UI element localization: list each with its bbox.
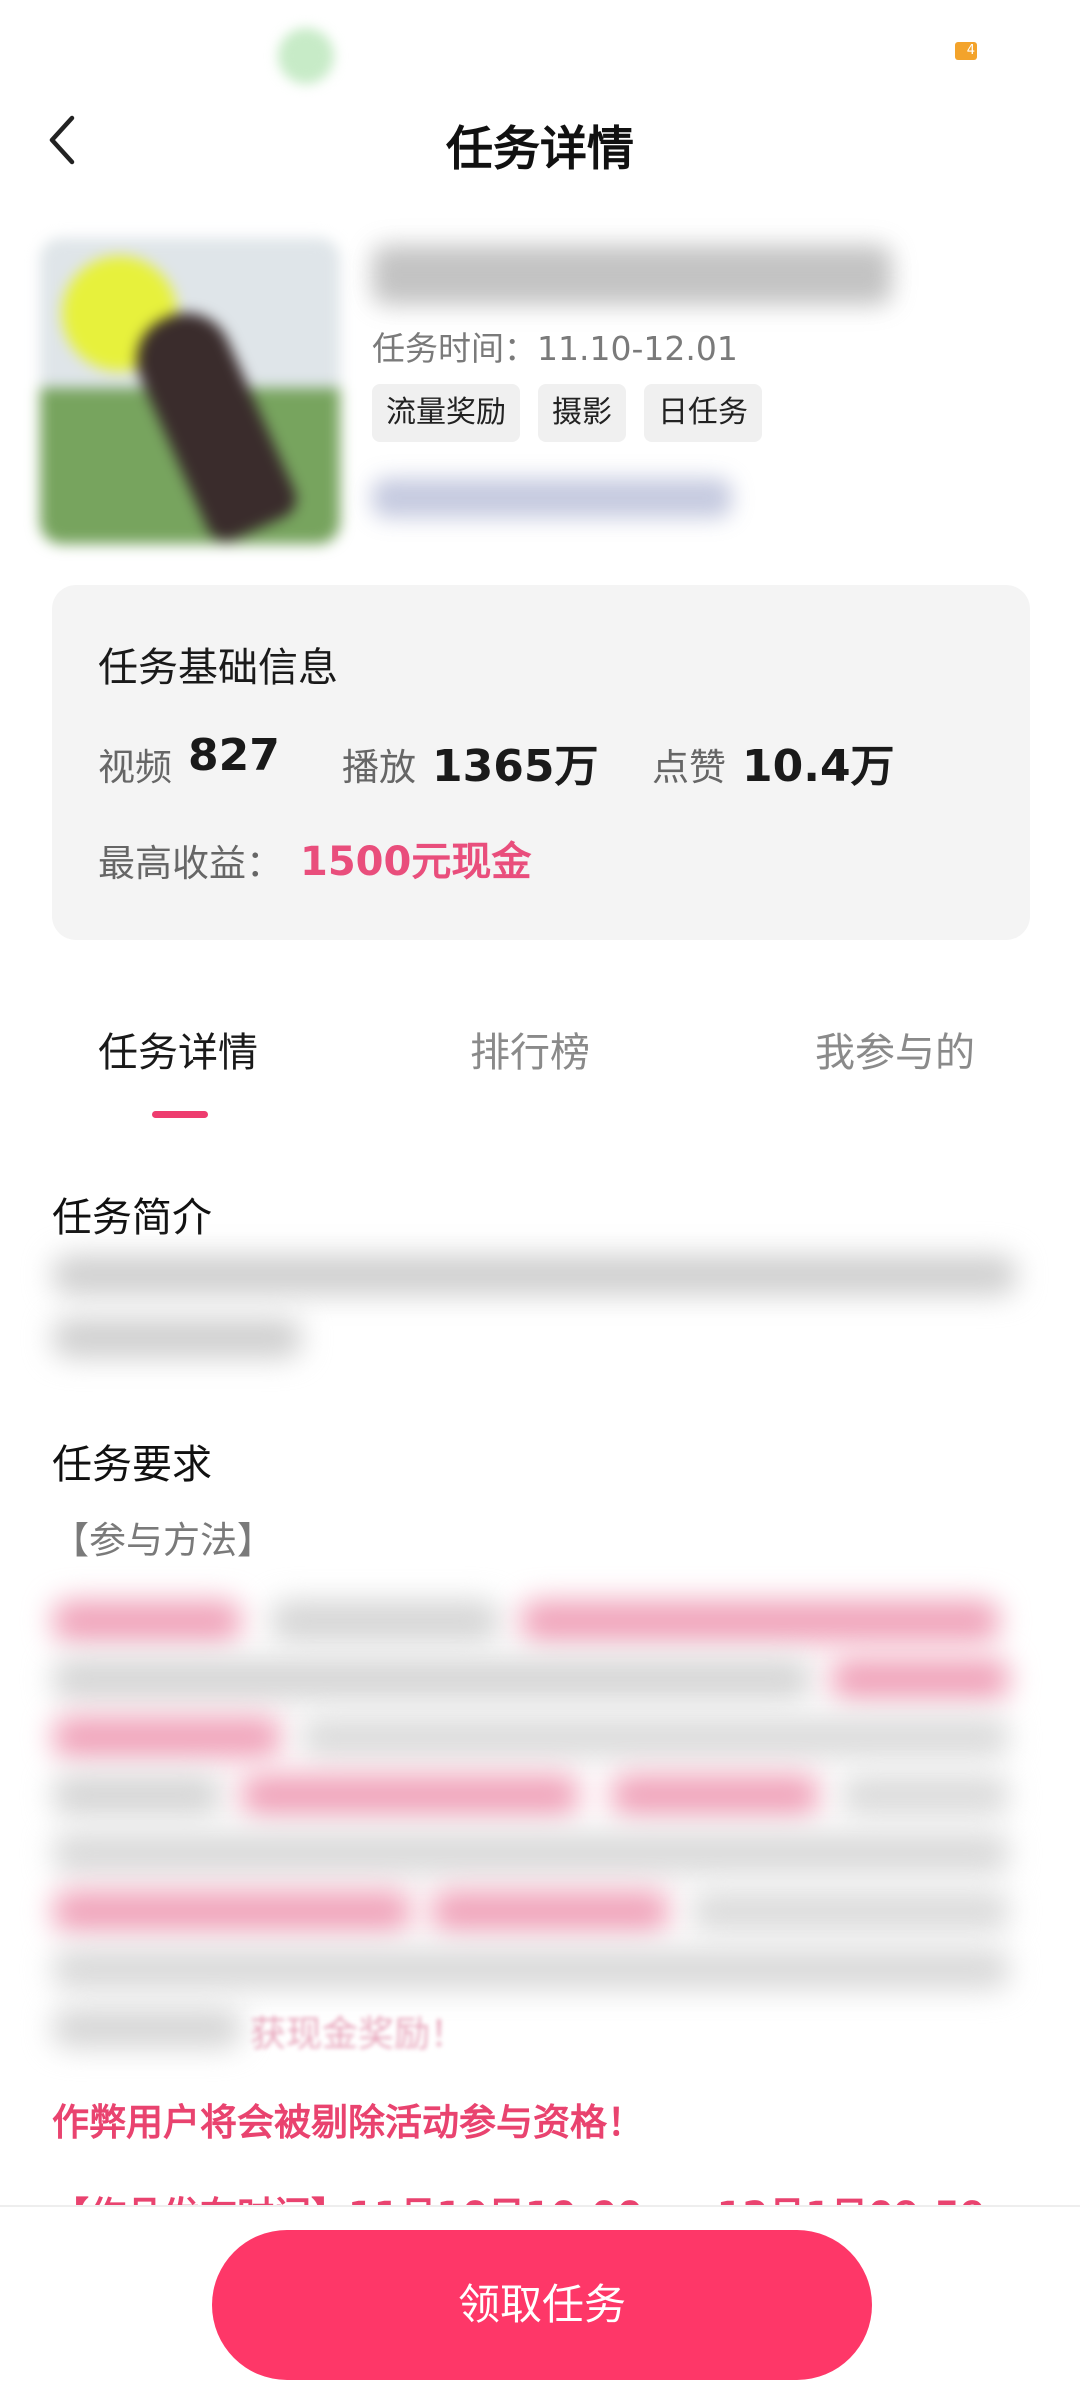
- tab-leaderboard[interactable]: 排行榜: [470, 1020, 590, 1078]
- stat-label-plays: 播放: [342, 746, 416, 789]
- requirement-text-blurred: [52, 1890, 412, 1932]
- active-tab-indicator: [152, 1111, 208, 1118]
- tag: 摄影: [538, 384, 626, 442]
- stat-value-videos: 827: [188, 730, 280, 781]
- page-title: 任务详情: [446, 122, 634, 177]
- tab-task-details[interactable]: 任务详情: [98, 1020, 258, 1078]
- requirement-text-blurred: [520, 1600, 1000, 1642]
- requirement-text-blurred: [52, 1658, 812, 1700]
- requirement-text-blurred: [690, 1890, 1010, 1932]
- task-time: 任务时间：11.10-12.01: [372, 329, 738, 368]
- requirement-text-blurred: [610, 1774, 820, 1816]
- intro-title: 任务简介: [52, 1195, 212, 1241]
- claim-task-button[interactable]: 领取任务: [212, 2230, 872, 2380]
- requirement-text-blurred: [840, 1774, 1010, 1816]
- requirement-text-blurred: [300, 1716, 1010, 1758]
- cheating-warning: 作弊用户将会被剔除活动参与资格！: [52, 2101, 644, 2144]
- task-tags: 流量奖励 摄影 日任务: [372, 384, 762, 442]
- tag: 流量奖励: [372, 384, 520, 442]
- requirement-text-blurred: [830, 1658, 1010, 1700]
- task-thumbnail: [40, 238, 340, 544]
- intro-text-blurred: [52, 1318, 302, 1358]
- requirement-text-blurred: [52, 1774, 222, 1816]
- requirement-text-blurred: [52, 2008, 242, 2048]
- reward-text-partial: 获现金奖励！: [250, 2014, 467, 2055]
- max-income-value: 1500元现金: [300, 839, 532, 885]
- basic-info-title: 任务基础信息: [98, 645, 338, 691]
- stat-label-videos: 视频: [98, 746, 172, 789]
- requirement-text-blurred: [52, 1716, 282, 1758]
- max-income-label: 最高收益：: [98, 842, 283, 885]
- intro-text-blurred: [52, 1255, 1017, 1295]
- tag: 日任务: [644, 384, 762, 442]
- tab-my-participation[interactable]: 我参与的: [815, 1020, 975, 1078]
- requirement-text-blurred: [240, 1774, 580, 1816]
- requirement-text-blurred: [270, 1600, 500, 1642]
- requirements-title: 任务要求: [52, 1442, 212, 1488]
- requirement-text-blurred: [430, 1890, 670, 1932]
- stat-value-likes: 10.4万: [742, 741, 895, 792]
- participation-method-label: 【参与方法】: [52, 1519, 274, 1562]
- task-link-blurred[interactable]: [372, 478, 732, 518]
- stat-label-likes: 点赞: [652, 746, 726, 789]
- requirement-text-blurred: [52, 1948, 1010, 1990]
- battery-icon: 4: [955, 42, 977, 60]
- status-indicator-icon: [278, 28, 334, 84]
- requirement-text-blurred: [52, 1832, 1010, 1874]
- stat-value-plays: 1365万: [432, 741, 599, 792]
- task-title-blurred: [372, 245, 892, 305]
- requirement-text-blurred: [52, 1600, 242, 1642]
